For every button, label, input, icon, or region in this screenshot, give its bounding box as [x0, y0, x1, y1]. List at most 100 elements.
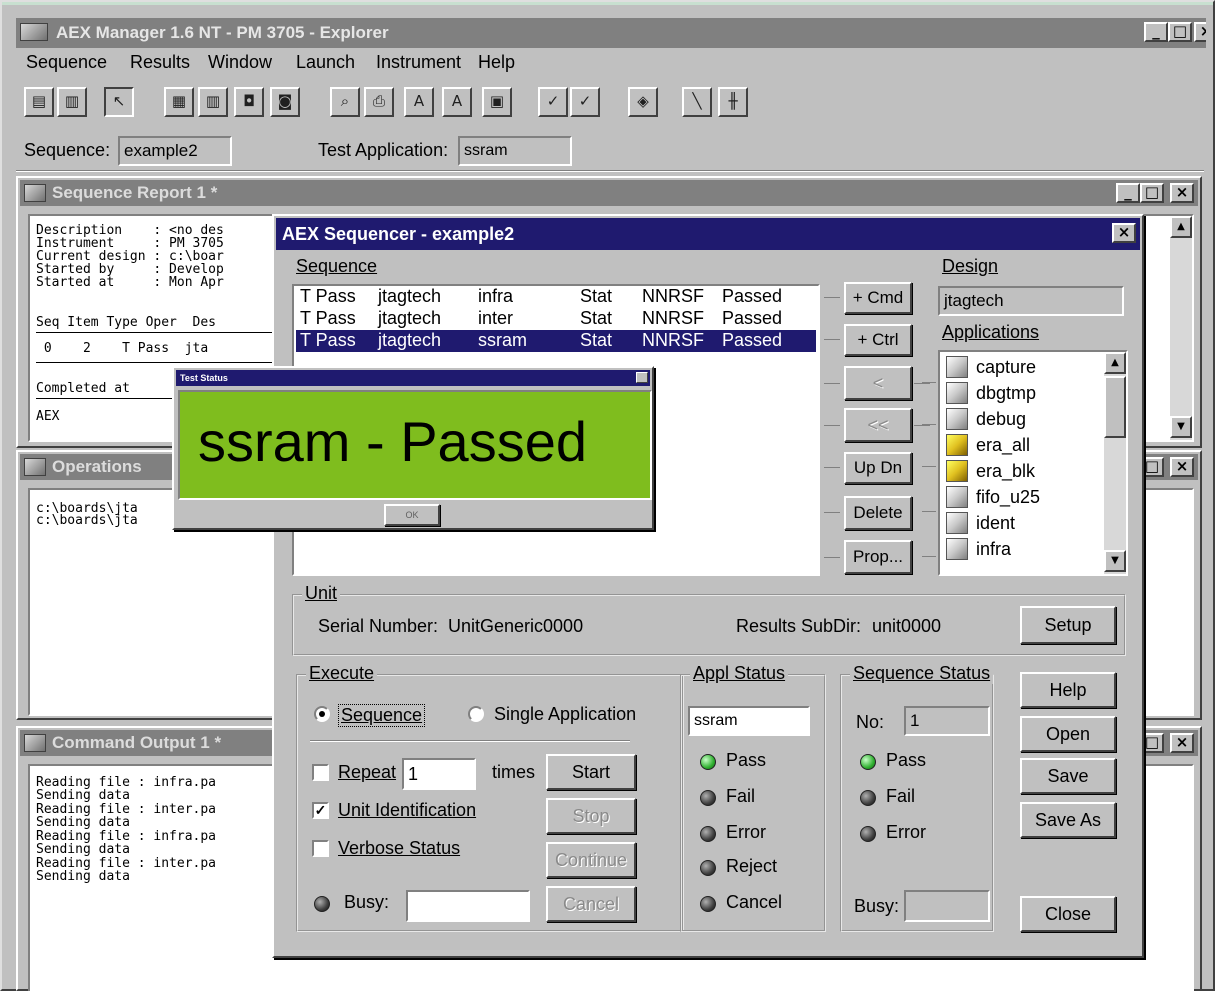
report-maximize-icon[interactable]: □ [1140, 183, 1164, 203]
report-line: Started at : Mon Apr [36, 275, 224, 290]
menu-launch[interactable]: Launch [296, 52, 355, 73]
stop-button[interactable]: Stop [546, 798, 636, 834]
application-item[interactable]: infra [946, 536, 1011, 562]
toolbar-check-icon[interactable]: ✓ [538, 87, 568, 117]
toolbar-save-icon[interactable]: ▥ [57, 87, 87, 117]
menu-results[interactable]: Results [130, 52, 190, 73]
toolbar-grid2-icon[interactable]: ╫ [718, 87, 748, 117]
sequencer-close-icon[interactable]: × [1112, 223, 1136, 243]
cancel-button[interactable]: Cancel [546, 886, 636, 922]
popup-close-icon[interactable] [636, 372, 648, 383]
repeat-checkbox[interactable] [312, 764, 329, 781]
sequence-row-selected[interactable]: T Pass jtagtech ssram Stat NNRSF Passed [296, 330, 816, 352]
row-name: jtagtech [378, 286, 442, 306]
prop-button[interactable]: Prop... [844, 540, 912, 574]
save-button[interactable]: Save [1020, 758, 1116, 794]
start-button[interactable]: Start [546, 754, 636, 790]
scroll-down-icon[interactable]: ▼ [1170, 416, 1192, 438]
move-all-left-button[interactable]: << [844, 408, 912, 442]
pass-led-icon [700, 754, 716, 770]
move-left-button[interactable]: < [844, 366, 912, 400]
toolbar-disk-icon[interactable]: ◘ [234, 87, 264, 117]
add-cmd-button[interactable]: + Cmd [844, 282, 912, 314]
appl-status-field: ssram [688, 706, 810, 736]
seq-pass-label: Pass [886, 750, 927, 770]
sequencer-title-bar[interactable]: AEX Sequencer - example2 × [276, 218, 1140, 250]
toolbar-open-icon[interactable]: ▤ [24, 87, 54, 117]
toolbar-line-icon[interactable]: ╲ [682, 87, 712, 117]
radio-sequence[interactable] [314, 706, 330, 722]
open-button[interactable]: Open [1020, 716, 1116, 752]
main-title-bar[interactable]: AEX Manager 1.6 NT - PM 3705 - Explorer … [16, 18, 1206, 48]
application-item[interactable]: ident [946, 510, 1015, 536]
sequence-row[interactable]: T Pass jtagtech inter Stat NNRSF Passed [296, 308, 816, 330]
row-flags: NNRSF [642, 308, 704, 328]
command-close-icon[interactable]: × [1170, 733, 1194, 753]
save-as-button[interactable]: Save As [1020, 802, 1116, 838]
scroll-down-icon[interactable]: ▼ [1104, 550, 1126, 572]
maximize-icon[interactable]: □ [1168, 22, 1192, 42]
popup-title-bar[interactable]: Test Status [176, 370, 650, 386]
application-item[interactable]: era_all [946, 432, 1030, 458]
operations-close-icon[interactable]: × [1170, 457, 1194, 477]
toolbar-window-icon[interactable]: ▣ [482, 87, 512, 117]
toolbar-grid-icon[interactable]: ▦ [164, 87, 194, 117]
scroll-up-icon[interactable]: ▲ [1104, 352, 1126, 374]
scroll-up-icon[interactable]: ▲ [1170, 216, 1192, 238]
toolbar-print-icon[interactable]: ⎙ [364, 87, 394, 117]
menu-instrument[interactable]: Instrument [376, 52, 461, 73]
toolbar-columns-icon[interactable]: ▥ [198, 87, 228, 117]
close-icon[interactable]: × [1194, 22, 1206, 42]
applications-list[interactable]: capture dbgtmp debug era_all era_blk fif… [938, 350, 1128, 576]
toolbar-font-up-icon[interactable]: A [404, 87, 434, 117]
toolbar-find-icon[interactable]: ⌕ [330, 87, 360, 117]
toolbar-instrument-icon[interactable]: ◈ [628, 87, 658, 117]
toolbar-pointer-icon[interactable]: ↖ [104, 87, 134, 117]
execute-group: Execute Sequence Single Application Repe… [296, 663, 684, 932]
radio-single-application[interactable] [468, 706, 484, 722]
repeat-input[interactable]: 1 [402, 758, 476, 790]
menu-sequence[interactable]: Sequence [26, 52, 107, 73]
application-icon [946, 382, 968, 404]
help-button[interactable]: Help [1020, 672, 1116, 708]
minimize-icon[interactable]: _ [1144, 22, 1168, 42]
serial-number-value: UnitGeneric0000 [448, 616, 584, 636]
application-item[interactable]: debug [946, 406, 1026, 432]
application-item[interactable]: fifo_u25 [946, 484, 1040, 510]
add-ctrl-button[interactable]: + Ctrl [844, 324, 912, 356]
test-status-popup: Test Status ssram - Passed OK [172, 366, 654, 530]
radio-single-label[interactable]: Single Application [494, 704, 636, 725]
setup-button[interactable]: Setup [1020, 606, 1116, 644]
delete-button[interactable]: Delete [844, 496, 912, 530]
menu-help[interactable]: Help [478, 52, 515, 73]
report-minimize-icon[interactable]: _ [1116, 183, 1140, 203]
unit-identification-checkbox[interactable]: ✓ [312, 802, 329, 819]
row-name: jtagtech [378, 308, 442, 328]
row-app: ssram [478, 330, 527, 350]
popup-ok-button[interactable]: OK [384, 504, 440, 526]
applications-scrollbar[interactable]: ▲ ▼ [1104, 352, 1126, 574]
toolbar-check2-icon[interactable]: ✓ [570, 87, 600, 117]
up-down-button[interactable]: Up Dn [844, 452, 912, 484]
continue-button[interactable]: Continue [546, 842, 636, 878]
report-scrollbar[interactable]: ▲ ▼ [1170, 216, 1192, 440]
unit-identification-label: Unit Identification [338, 800, 477, 820]
report-close-icon[interactable]: × [1170, 183, 1194, 203]
verbose-status-checkbox[interactable] [312, 840, 329, 857]
application-label: capture [976, 356, 1037, 377]
toolbar-font-down-icon[interactable]: A [442, 87, 472, 117]
menu-window[interactable]: Window [208, 52, 272, 73]
radio-sequence-label[interactable]: Sequence [338, 704, 426, 727]
close-button[interactable]: Close [1020, 896, 1116, 932]
application-item[interactable]: dbgtmp [946, 380, 1036, 406]
application-item[interactable]: capture [946, 354, 1036, 380]
application-icon [946, 538, 968, 560]
toolbar-disk2-icon[interactable]: ◙ [270, 87, 300, 117]
sequence-row[interactable]: T Pass jtagtech infra Stat NNRSF Passed [296, 286, 816, 308]
application-item[interactable]: era_blk [946, 458, 1035, 484]
row-type: T Pass [300, 286, 356, 306]
command-title: Command Output 1 * [52, 733, 222, 752]
report-title-bar[interactable]: Sequence Report 1 * _ □ × [20, 180, 1198, 206]
scroll-thumb[interactable] [1104, 376, 1126, 438]
seq-no-label: No: [856, 712, 885, 732]
